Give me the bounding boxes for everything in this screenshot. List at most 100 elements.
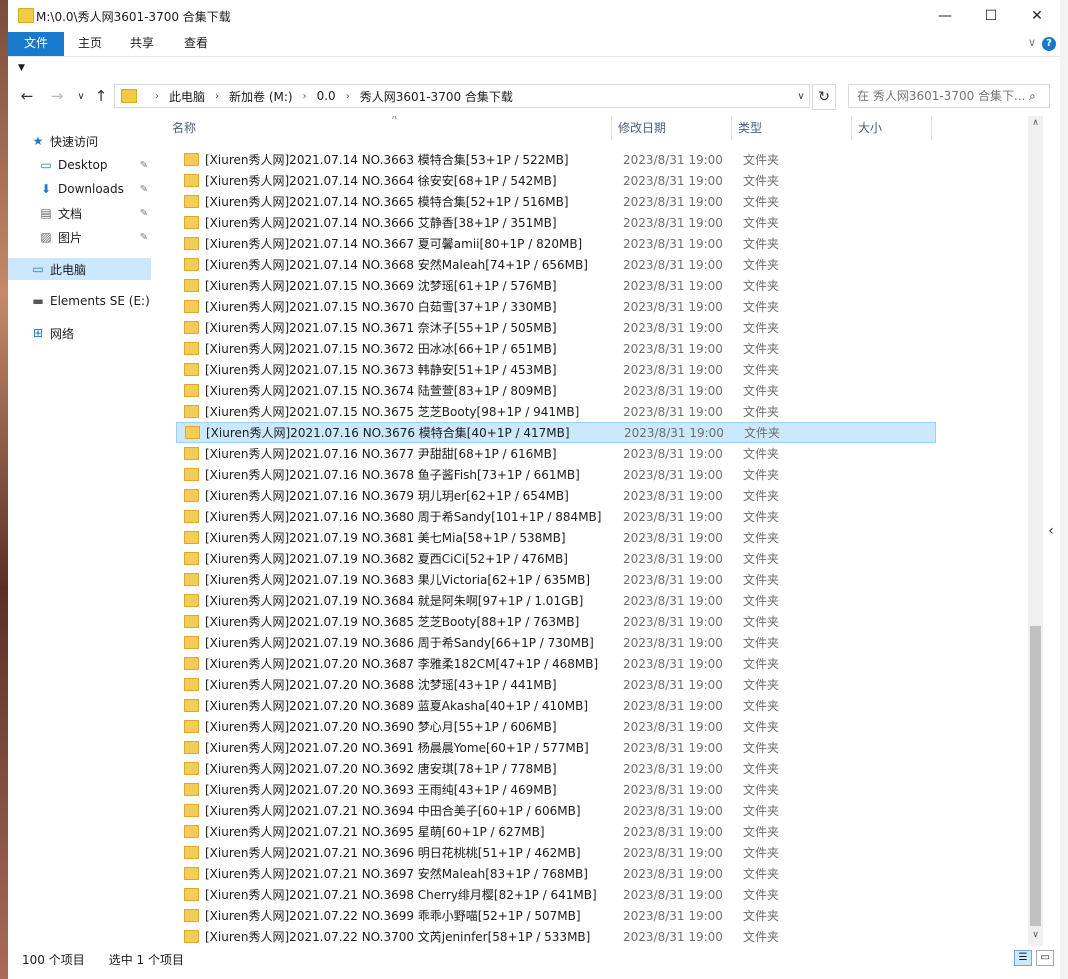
column-date[interactable]: 修改日期 [612,116,732,140]
nav-documents[interactable]: ▤ 文档 ✎ [38,202,152,224]
file-name[interactable]: [Xiuren秀人网]2021.07.20 NO.3690 梦心月[55+1P … [205,718,623,735]
file-name[interactable]: [Xiuren秀人网]2021.07.16 NO.3678 鱼子酱Fish[73… [205,466,623,483]
file-name[interactable]: [Xiuren秀人网]2021.07.22 NO.3699 乖乖小野喵[52+1… [205,907,623,924]
maximize-button[interactable]: ☐ [968,0,1014,32]
file-name[interactable]: [Xiuren秀人网]2021.07.14 NO.3664 徐安安[68+1P … [205,172,623,189]
table-row[interactable]: [Xiuren秀人网]2021.07.16 NO.3680 周于希Sandy[1… [176,506,936,527]
tab-file[interactable]: 文件 [8,32,64,56]
file-name[interactable]: [Xiuren秀人网]2021.07.20 NO.3688 沈梦瑶[43+1P … [205,676,623,693]
table-row[interactable]: [Xiuren秀人网]2021.07.21 NO.3694 中田合美子[60+1… [176,800,936,821]
file-name[interactable]: [Xiuren秀人网]2021.07.21 NO.3695 星萌[60+1P /… [205,823,623,840]
file-name[interactable]: [Xiuren秀人网]2021.07.19 NO.3683 果儿Victoria… [205,571,623,588]
breadcrumb-separator[interactable]: › [155,91,159,102]
table-row[interactable]: [Xiuren秀人网]2021.07.14 NO.3663 模特合集[53+1P… [176,149,936,170]
search-icon[interactable]: ⌕ [1029,89,1036,104]
breadcrumb-this-pc[interactable]: 此电脑 [169,88,205,105]
chevron-down-icon[interactable]: ∨ [794,84,808,108]
file-name[interactable]: [Xiuren秀人网]2021.07.20 NO.3691 杨晨晨Yome[60… [205,739,623,756]
file-name[interactable]: [Xiuren秀人网]2021.07.14 NO.3667 夏可馨amii[80… [205,235,623,252]
file-name[interactable]: [Xiuren秀人网]2021.07.19 NO.3682 夏西CiCi[52+… [205,550,623,567]
table-row[interactable]: [Xiuren秀人网]2021.07.20 NO.3691 杨晨晨Yome[60… [176,737,936,758]
table-row[interactable]: [Xiuren秀人网]2021.07.21 NO.3698 Cherry绯月樱[… [176,884,936,905]
table-row[interactable]: [Xiuren秀人网]2021.07.14 NO.3665 模特合集[52+1P… [176,191,936,212]
tab-share[interactable]: 共享 [116,32,168,56]
file-name[interactable]: [Xiuren秀人网]2021.07.15 NO.3675 芝芝Booty[98… [205,403,623,420]
scroll-down-icon[interactable]: ∨ [1028,930,1043,944]
nav-desktop[interactable]: ▭ Desktop ✎ [38,154,152,176]
file-name[interactable]: [Xiuren秀人网]2021.07.15 NO.3674 陆萱萱[83+1P … [205,382,623,399]
file-name[interactable]: [Xiuren秀人网]2021.07.19 NO.3686 周于希Sandy[6… [205,634,623,651]
close-button[interactable]: ✕ [1014,0,1060,32]
chevron-left-icon[interactable]: ‹ [1044,516,1058,546]
table-row[interactable]: [Xiuren秀人网]2021.07.15 NO.3674 陆萱萱[83+1P … [176,380,936,401]
table-row[interactable]: [Xiuren秀人网]2021.07.16 NO.3676 模特合集[40+1P… [176,422,936,443]
table-row[interactable]: [Xiuren秀人网]2021.07.14 NO.3664 徐安安[68+1P … [176,170,936,191]
breadcrumb-separator[interactable]: › [303,91,307,102]
nav-this-pc[interactable]: ▭ 此电脑 [8,258,151,280]
table-row[interactable]: [Xiuren秀人网]2021.07.15 NO.3675 芝芝Booty[98… [176,401,936,422]
nav-elements-drive[interactable]: ▬ Elements SE (E:) [30,290,152,312]
file-name[interactable]: [Xiuren秀人网]2021.07.14 NO.3668 安然Maleah[7… [205,256,623,273]
file-name[interactable]: [Xiuren秀人网]2021.07.19 NO.3685 芝芝Booty[88… [205,613,623,630]
file-name[interactable]: [Xiuren秀人网]2021.07.15 NO.3670 白茹雪[37+1P … [205,298,623,315]
breadcrumb-folder[interactable]: 0.0 [317,89,336,103]
file-name[interactable]: [Xiuren秀人网]2021.07.14 NO.3665 模特合集[52+1P… [205,193,623,210]
table-row[interactable]: [Xiuren秀人网]2021.07.19 NO.3685 芝芝Booty[88… [176,611,936,632]
file-name[interactable]: [Xiuren秀人网]2021.07.19 NO.3681 美七Mia[58+1… [205,529,623,546]
file-name[interactable]: [Xiuren秀人网]2021.07.14 NO.3666 艾静香[38+1P … [205,214,623,231]
file-name[interactable]: [Xiuren秀人网]2021.07.16 NO.3680 周于希Sandy[1… [205,508,623,525]
file-name[interactable]: [Xiuren秀人网]2021.07.16 NO.3676 模特合集[40+1P… [206,424,624,441]
table-row[interactable]: [Xiuren秀人网]2021.07.19 NO.3682 夏西CiCi[52+… [176,548,936,569]
table-row[interactable]: [Xiuren秀人网]2021.07.16 NO.3679 玥儿玥er[62+1… [176,485,936,506]
search-input[interactable] [849,88,1029,104]
table-row[interactable]: [Xiuren秀人网]2021.07.15 NO.3671 奈沐子[55+1P … [176,317,936,338]
table-row[interactable]: [Xiuren秀人网]2021.07.20 NO.3693 王雨纯[43+1P … [176,779,936,800]
tab-home[interactable]: 主页 [64,32,116,56]
table-row[interactable]: [Xiuren秀人网]2021.07.19 NO.3686 周于希Sandy[6… [176,632,936,653]
ribbon-expand-icon[interactable]: ∨ [1028,36,1036,49]
table-row[interactable]: [Xiuren秀人网]2021.07.14 NO.3667 夏可馨amii[80… [176,233,936,254]
file-name[interactable]: [Xiuren秀人网]2021.07.19 NO.3684 就是阿朱啊[97+1… [205,592,623,609]
table-row[interactable]: [Xiuren秀人网]2021.07.15 NO.3672 田冰冰[66+1P … [176,338,936,359]
column-type[interactable]: 类型 [732,116,852,140]
breadcrumb-separator[interactable]: › [215,91,219,102]
table-row[interactable]: [Xiuren秀人网]2021.07.15 NO.3670 白茹雪[37+1P … [176,296,936,317]
nav-network[interactable]: ⊞ 网络 [30,322,152,344]
table-row[interactable]: [Xiuren秀人网]2021.07.14 NO.3666 艾静香[38+1P … [176,212,936,233]
file-name[interactable]: [Xiuren秀人网]2021.07.15 NO.3672 田冰冰[66+1P … [205,340,623,357]
scrollbar-thumb[interactable] [1030,626,1041,926]
column-name[interactable]: 名称 [166,116,612,140]
file-name[interactable]: [Xiuren秀人网]2021.07.20 NO.3693 王雨纯[43+1P … [205,781,623,798]
details-view-button[interactable]: ☰ [1014,950,1032,966]
table-row[interactable]: [Xiuren秀人网]2021.07.19 NO.3681 美七Mia[58+1… [176,527,936,548]
nav-pictures[interactable]: ▨ 图片 ✎ [38,226,152,248]
nav-downloads[interactable]: ⬇ Downloads ✎ [38,178,152,200]
table-row[interactable]: [Xiuren秀人网]2021.07.22 NO.3699 乖乖小野喵[52+1… [176,905,936,926]
file-name[interactable]: [Xiuren秀人网]2021.07.22 NO.3700 文芮jeninfer… [205,928,623,945]
table-row[interactable]: [Xiuren秀人网]2021.07.15 NO.3669 沈梦瑶[61+1P … [176,275,936,296]
search-box[interactable]: ⌕ [848,84,1050,108]
table-row[interactable]: [Xiuren秀人网]2021.07.21 NO.3696 明日花桃桃[51+1… [176,842,936,863]
table-row[interactable]: [Xiuren秀人网]2021.07.15 NO.3673 韩静安[51+1P … [176,359,936,380]
table-row[interactable]: [Xiuren秀人网]2021.07.14 NO.3668 安然Maleah[7… [176,254,936,275]
address-bar[interactable]: › 此电脑 › 新加卷 (M:) › 0.0 › 秀人网3601-3700 合集… [114,84,810,108]
scroll-up-icon[interactable]: ∧ [1028,118,1043,132]
minimize-button[interactable]: — [922,0,968,32]
table-row[interactable]: [Xiuren秀人网]2021.07.16 NO.3677 尹甜甜[68+1P … [176,443,936,464]
up-arrow-icon[interactable]: ↑ [90,85,112,107]
breadcrumb-separator[interactable]: › [346,91,350,102]
file-name[interactable]: [Xiuren秀人网]2021.07.15 NO.3673 韩静安[51+1P … [205,361,623,378]
file-name[interactable]: [Xiuren秀人网]2021.07.21 NO.3696 明日花桃桃[51+1… [205,844,623,861]
column-size[interactable]: 大小 [852,116,932,140]
table-row[interactable]: [Xiuren秀人网]2021.07.20 NO.3688 沈梦瑶[43+1P … [176,674,936,695]
file-name[interactable]: [Xiuren秀人网]2021.07.21 NO.3698 Cherry绯月樱[… [205,886,623,903]
table-row[interactable]: [Xiuren秀人网]2021.07.16 NO.3678 鱼子酱Fish[73… [176,464,936,485]
file-name[interactable]: [Xiuren秀人网]2021.07.21 NO.3694 中田合美子[60+1… [205,802,623,819]
file-name[interactable]: [Xiuren秀人网]2021.07.20 NO.3692 唐安琪[78+1P … [205,760,623,777]
file-name[interactable]: [Xiuren秀人网]2021.07.16 NO.3679 玥儿玥er[62+1… [205,487,623,504]
table-row[interactable]: [Xiuren秀人网]2021.07.20 NO.3687 李雅柔182CM[4… [176,653,936,674]
help-icon[interactable]: ? [1042,37,1056,51]
table-row[interactable]: [Xiuren秀人网]2021.07.20 NO.3689 蓝夏Akasha[4… [176,695,936,716]
table-row[interactable]: [Xiuren秀人网]2021.07.21 NO.3695 星萌[60+1P /… [176,821,936,842]
file-name[interactable]: [Xiuren秀人网]2021.07.20 NO.3689 蓝夏Akasha[4… [205,697,623,714]
